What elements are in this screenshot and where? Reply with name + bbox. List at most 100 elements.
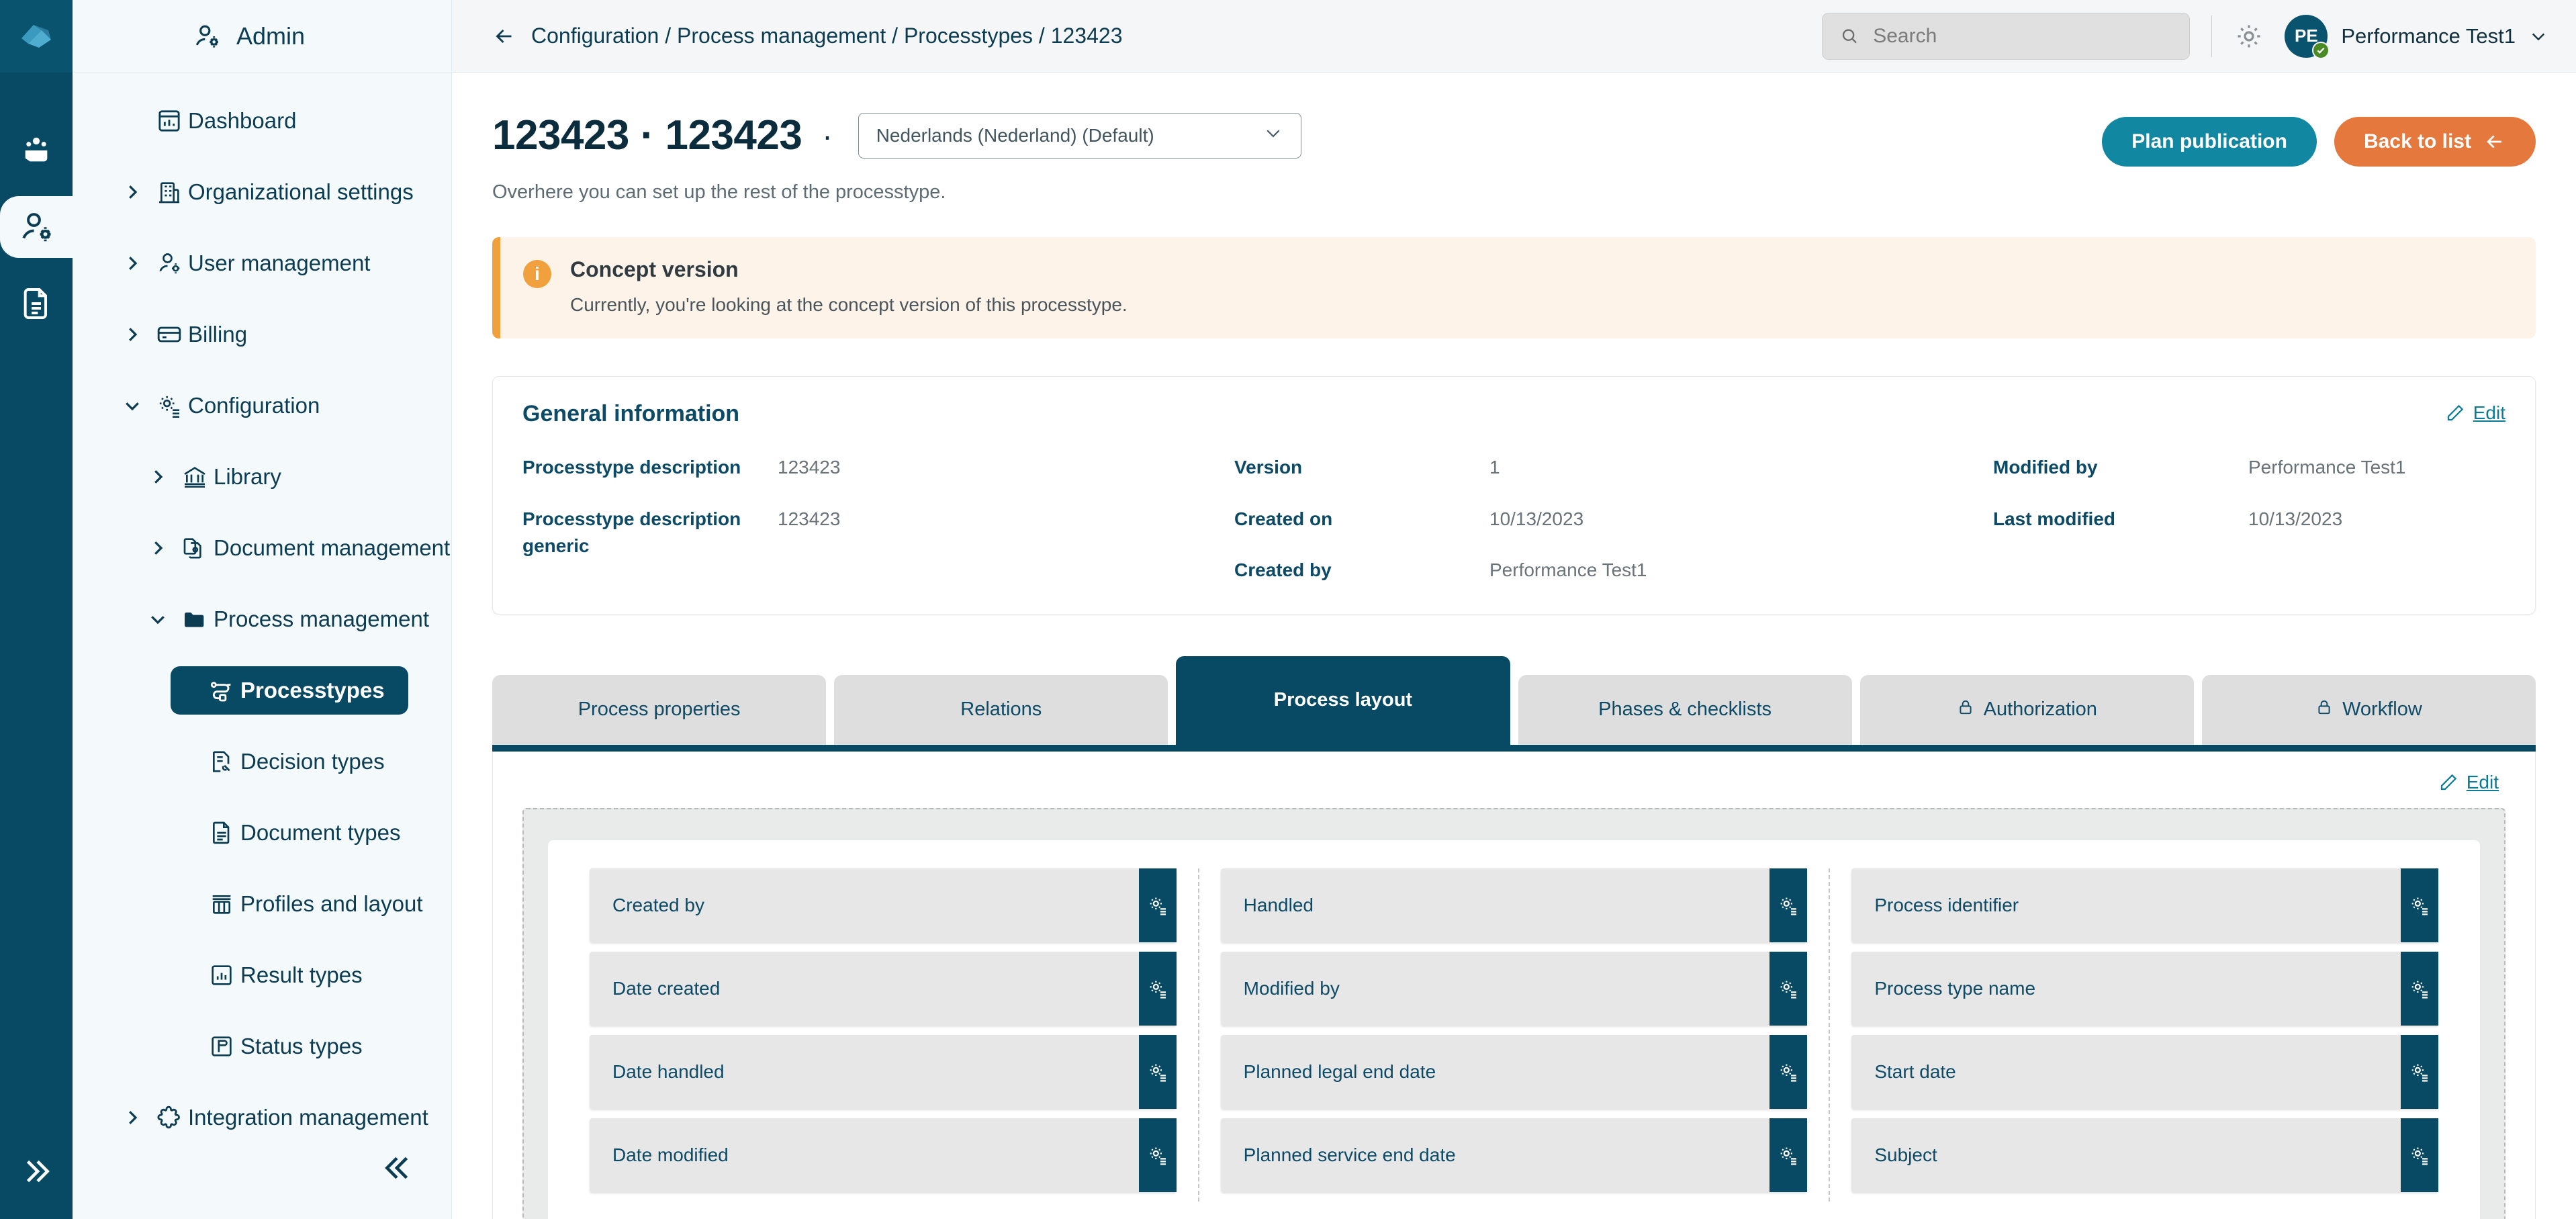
bank-icon bbox=[176, 463, 214, 490]
layout-field[interactable]: Process identifier bbox=[1851, 868, 2438, 942]
layout-field[interactable]: Modified by bbox=[1221, 952, 1808, 1026]
edit-label: Edit bbox=[2473, 402, 2505, 424]
field-settings-button[interactable] bbox=[1139, 1035, 1177, 1109]
app-logo[interactable] bbox=[0, 0, 73, 73]
field-settings-button[interactable] bbox=[1139, 1118, 1177, 1192]
chevron-down-icon bbox=[114, 396, 150, 416]
tab-authorization[interactable]: Authorization bbox=[1860, 675, 2194, 745]
sidebar-item-integration-management[interactable]: Integration management bbox=[91, 1093, 432, 1142]
field-label: Created by bbox=[590, 895, 704, 916]
language-select[interactable]: Nederlands (Nederland) (Default) bbox=[858, 113, 1301, 159]
tab-phases-checklists[interactable]: Phases & checklists bbox=[1518, 675, 1852, 745]
rail-item-list bbox=[0, 120, 73, 334]
field-settings-button[interactable] bbox=[1769, 1035, 1807, 1109]
layout-field[interactable]: Handled bbox=[1221, 868, 1808, 942]
layout-field[interactable]: Date handled bbox=[590, 1035, 1177, 1109]
field-settings-button[interactable] bbox=[1769, 1118, 1807, 1192]
tab-label: Process layout bbox=[1274, 689, 1412, 711]
sidebar-item-result-types[interactable]: Result types bbox=[171, 951, 408, 999]
tab-relations[interactable]: Relations bbox=[834, 675, 1168, 745]
info-column-1: Processtype description 123423 Processty… bbox=[522, 454, 1234, 584]
back-to-list-button[interactable]: Back to list bbox=[2334, 117, 2536, 167]
rail-expand-button[interactable] bbox=[0, 1155, 73, 1188]
field-settings-button[interactable] bbox=[2401, 1035, 2438, 1109]
field-label: Date handled bbox=[590, 1061, 725, 1083]
sidebar-item-billing[interactable]: Billing bbox=[91, 310, 432, 359]
sidebar: Admin Dashboard bbox=[73, 0, 452, 1219]
layout-field[interactable]: Created by bbox=[590, 868, 1177, 942]
process-layout-edit-link[interactable]: Edit bbox=[2438, 772, 2499, 793]
info-value: 123423 bbox=[778, 454, 840, 482]
info-label: Processtype description bbox=[522, 454, 778, 482]
sidebar-item-decision-types[interactable]: Decision types bbox=[171, 737, 408, 786]
info-value: Performance Test1 bbox=[1489, 557, 1647, 584]
sidebar-item-profiles-and-layout[interactable]: Profiles and layout bbox=[171, 880, 408, 928]
search-box[interactable] bbox=[1822, 13, 2190, 60]
sidebar-item-label: User management bbox=[188, 251, 370, 276]
sidebar-item-label: Billing bbox=[188, 322, 247, 347]
layout-field[interactable]: Date modified bbox=[590, 1118, 1177, 1192]
sidebar-item-processtypes[interactable]: Processtypes bbox=[171, 666, 408, 715]
page-subtitle: Overhere you can set up the rest of the … bbox=[492, 181, 2536, 204]
gear-list-icon bbox=[1147, 1061, 1168, 1083]
tab-process-properties[interactable]: Process properties bbox=[492, 675, 826, 745]
sidebar-item-label: Process management bbox=[214, 606, 429, 632]
settings-button[interactable] bbox=[2234, 21, 2264, 52]
layout-field[interactable]: Planned service end date bbox=[1221, 1118, 1808, 1192]
sidebar-item-document-types[interactable]: Document types bbox=[171, 809, 408, 857]
info-row: Created on 10/13/2023 bbox=[1234, 506, 1993, 533]
search-input[interactable] bbox=[1873, 25, 2172, 48]
app-logo-icon bbox=[19, 21, 54, 52]
tab-label: Relations bbox=[960, 698, 1042, 721]
plan-publication-button[interactable]: Plan publication bbox=[2102, 117, 2317, 167]
sidebar-item-configuration[interactable]: Configuration bbox=[91, 381, 432, 430]
field-settings-button[interactable] bbox=[2401, 952, 2438, 1026]
process-layout-edit-row: Edit bbox=[522, 768, 2505, 808]
tab-workflow[interactable]: Workflow bbox=[2202, 675, 2536, 745]
field-label: Process identifier bbox=[1851, 895, 2019, 916]
sidebar-item-document-management[interactable]: Document management bbox=[130, 524, 432, 572]
chevron-down-icon bbox=[140, 609, 176, 629]
info-column-2: Version 1 Created on 10/13/2023 Created … bbox=[1234, 454, 1993, 584]
field-settings-button[interactable] bbox=[2401, 1118, 2438, 1192]
chevron-right-icon bbox=[140, 538, 176, 558]
field-settings-button[interactable] bbox=[1139, 868, 1177, 942]
user-menu[interactable]: PE Performance Test1 bbox=[2285, 15, 2548, 58]
sidebar-item-status-types[interactable]: Status types bbox=[171, 1022, 408, 1071]
field-label: Date created bbox=[590, 978, 720, 999]
sidebar-item-user-management[interactable]: User management bbox=[91, 239, 432, 287]
field-settings-button[interactable] bbox=[1139, 952, 1177, 1026]
sidebar-item-process-management[interactable]: Process management bbox=[130, 595, 432, 643]
layout-field[interactable]: Planned legal end date bbox=[1221, 1035, 1808, 1109]
general-information-edit-link[interactable]: Edit bbox=[2445, 402, 2505, 424]
field-settings-button[interactable] bbox=[1769, 868, 1807, 942]
layout-field[interactable]: Process type name bbox=[1851, 952, 2438, 1026]
sidebar-item-organizational-settings[interactable]: Organizational settings bbox=[91, 168, 432, 216]
tab-process-layout[interactable]: Process layout bbox=[1176, 656, 1510, 745]
sidebar-item-label: Dashboard bbox=[188, 108, 296, 134]
documents-icon bbox=[17, 285, 55, 322]
sidebar-item-label: Library bbox=[214, 464, 281, 490]
arrow-left-icon[interactable] bbox=[492, 24, 516, 48]
sidebar-item-label: Organizational settings bbox=[188, 179, 414, 205]
field-settings-button[interactable] bbox=[2401, 868, 2438, 942]
alert-title: Concept version bbox=[570, 257, 1128, 282]
field-label: Process type name bbox=[1851, 978, 2035, 999]
sidebar-item-label: Processtypes bbox=[240, 678, 385, 703]
layout-field[interactable]: Date created bbox=[590, 952, 1177, 1026]
field-settings-button[interactable] bbox=[1769, 952, 1807, 1026]
double-chevron-right-icon bbox=[19, 1155, 53, 1188]
layout-field[interactable]: Subject bbox=[1851, 1118, 2438, 1192]
layout-field[interactable]: Start date bbox=[1851, 1035, 2438, 1109]
credit-card-icon bbox=[150, 321, 188, 348]
breadcrumb[interactable]: Configuration / Process management / Pro… bbox=[492, 24, 1122, 48]
sidebar-collapse-button[interactable] bbox=[381, 1151, 415, 1188]
rail-item-documents[interactable] bbox=[0, 273, 73, 334]
layout-column-1: Created by Date cre bbox=[568, 868, 1199, 1202]
check-badge-icon bbox=[2312, 42, 2330, 59]
sidebar-item-library[interactable]: Library bbox=[130, 453, 432, 501]
rail-item-admin[interactable] bbox=[0, 196, 73, 258]
rail-item-customers[interactable] bbox=[0, 120, 73, 181]
sidebar-item-dashboard[interactable]: Dashboard bbox=[91, 97, 432, 145]
tab-label: Authorization bbox=[1984, 698, 2097, 721]
